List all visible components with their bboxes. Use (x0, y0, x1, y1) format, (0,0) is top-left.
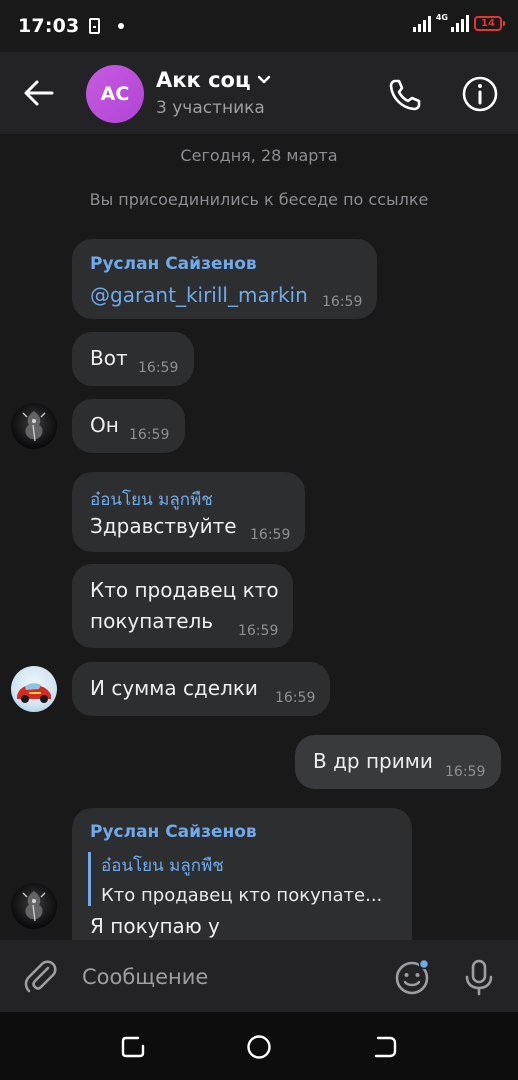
battery-level: 14 (481, 18, 495, 29)
cell-signal-icon (451, 14, 469, 32)
notification-dot-icon (118, 23, 125, 29)
status-left-icons (89, 18, 125, 34)
message-text-line-1: Кто продавец кто (90, 578, 279, 602)
wifi-signal-icon (412, 14, 431, 32)
car-avatar-image (17, 683, 51, 703)
paperclip-icon[interactable] (22, 958, 60, 996)
info-icon[interactable] (460, 74, 500, 114)
message-text: Я покупаю у (90, 914, 220, 938)
message-time: 16:59 (129, 427, 170, 443)
status-bar: 17:03 4G 14 (0, 0, 518, 52)
system-nav-bar (0, 1012, 518, 1080)
message-time: 16:59 (138, 360, 179, 376)
message-bubble[interactable]: Кто продавец кто покупатель 16:59 (72, 564, 293, 648)
message-text: Он (90, 413, 119, 437)
chat-title[interactable]: Акк соц (156, 68, 271, 92)
message-text: Вот (90, 346, 128, 370)
message-text: Здравствуйте (90, 514, 237, 538)
chat-member-count: 3 участника (156, 98, 265, 118)
message-link[interactable]: @garant_kirill_markin (90, 283, 308, 307)
chat-avatar[interactable]: AC (86, 65, 144, 123)
message-input[interactable] (82, 958, 372, 996)
reply-text: Кто продавец кто покупате... (101, 885, 383, 906)
message-bubble[interactable]: Он 16:59 (72, 399, 185, 453)
battery-icon: 14 (474, 16, 505, 31)
status-time: 17:03 (18, 15, 80, 37)
message-time: 16:59 (322, 294, 363, 310)
smiley-icon[interactable] (392, 957, 432, 997)
system-notice: Вы присоединились к беседе по ссылке (89, 190, 429, 209)
reply-author: อ๋อนโยน มลูกพืช (101, 856, 224, 876)
chat-title-text: Акк соц (156, 68, 251, 92)
message-author[interactable]: Руслан Сайзенов (90, 822, 257, 842)
back-nav-icon[interactable] (370, 1032, 400, 1062)
status-right: 4G 14 (412, 13, 505, 32)
message-bubble[interactable]: Вот 16:59 (72, 332, 194, 386)
message-list[interactable]: Сегодня, 28 марта Вы присоединились к бе… (0, 134, 518, 940)
message-time: 16:59 (238, 623, 279, 639)
recent-apps-icon[interactable] (118, 1032, 148, 1062)
message-text: И сумма сделки (90, 676, 258, 700)
message-bubble-outgoing[interactable]: В др прими 16:59 (295, 735, 501, 789)
dragon-avatar-image (22, 411, 46, 442)
sender-avatar[interactable] (11, 403, 57, 449)
microphone-icon[interactable] (462, 957, 496, 997)
message-text: В др прими (313, 749, 433, 773)
home-icon[interactable] (244, 1032, 274, 1062)
message-bubble[interactable]: อ๋อนโยน มลูกพืช Здравствуйте 16:59 (72, 472, 305, 552)
message-time: 16:59 (445, 764, 486, 780)
dragon-avatar-image (22, 891, 46, 922)
message-text-line-2: покупатель (90, 609, 214, 633)
sender-avatar[interactable] (11, 666, 57, 712)
sim-card-icon (89, 18, 101, 34)
network-type: 4G (435, 13, 448, 22)
message-author[interactable]: Руслан Сайзенов (90, 254, 257, 274)
chat-title-area[interactable]: Акк соц 3 участника (156, 68, 271, 118)
phone-icon[interactable] (386, 76, 424, 114)
message-composer (0, 940, 518, 1012)
chat-header: AC Акк соц 3 участника (0, 52, 518, 134)
date-separator: Сегодня, 28 марта (180, 146, 338, 165)
message-time: 16:59 (275, 690, 316, 706)
message-time: 16:59 (250, 527, 291, 543)
chevron-down-icon (257, 75, 270, 84)
message-bubble-reply[interactable]: Руслан Сайзенов อ๋อนโยน มลูกพืช Кто прод… (72, 808, 412, 940)
reply-quote[interactable]: อ๋อนโยน มลูกพืช Кто продавец кто покупат… (88, 852, 382, 906)
message-bubble[interactable]: И сумма сделки 16:59 (72, 662, 330, 716)
sender-avatar[interactable] (11, 883, 57, 929)
message-author[interactable]: อ๋อนโยน มลูกพืช (90, 486, 213, 513)
chat-avatar-initials: AC (100, 83, 130, 105)
message-bubble[interactable]: Руслан Сайзенов @garant_kirill_markin 16… (72, 239, 377, 319)
arrow-left-icon[interactable] (22, 78, 56, 108)
